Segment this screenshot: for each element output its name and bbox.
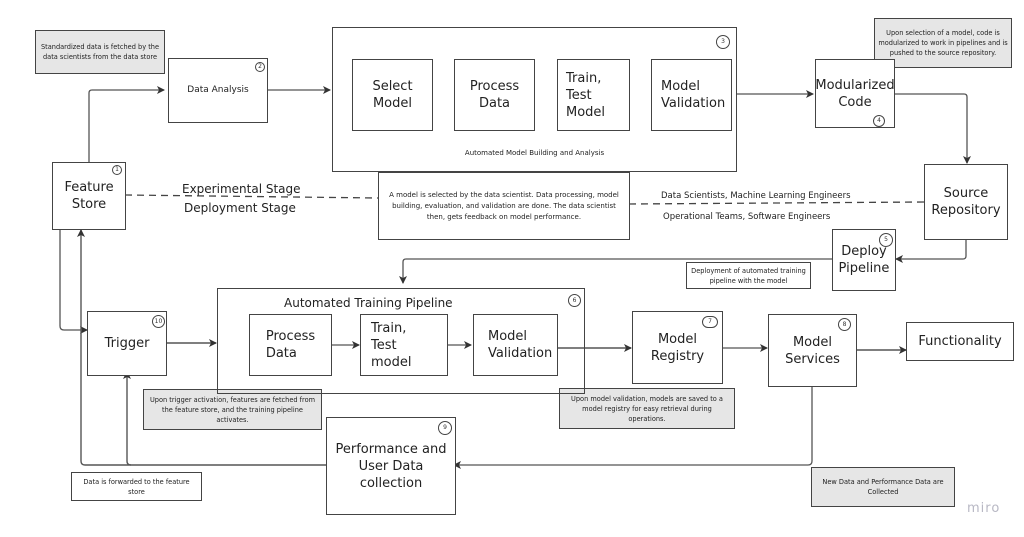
node-process-data-exp-label: Process Data <box>469 79 520 111</box>
note-trigger-activation: Upon trigger activation, features are fe… <box>143 389 322 430</box>
note-standardized-data: Standardized data is fetched by the data… <box>35 30 165 74</box>
node-select-model[interactable]: Select Model <box>352 59 433 131</box>
node-functionality[interactable]: Functionality <box>906 322 1014 361</box>
node-train-test-dep-label: Train, Test model <box>371 320 412 370</box>
node-model-validation-dep-label: Model Validation <box>488 329 553 361</box>
miro-watermark: miro <box>967 501 1001 516</box>
note-new-data: New Data and Performance Data are Collec… <box>811 467 955 507</box>
node-source-repository[interactable]: Source Repository <box>924 164 1008 240</box>
node-source-repository-label: Source Repository <box>931 186 1001 218</box>
badge-7: 7 <box>702 316 718 328</box>
label-experimental-stage: Experimental Stage <box>182 182 301 196</box>
badge-2: 2 <box>255 62 265 72</box>
label-experimental-roles: Data Scientists, Machine Learning Engine… <box>661 191 851 201</box>
edge-modularized-to-source <box>894 93 971 164</box>
badge-3: 3 <box>716 35 730 49</box>
badge-10: 10 <box>152 315 165 328</box>
node-trigger-label: Trigger <box>104 336 150 351</box>
note-model-selected: A model is selected by the data scientis… <box>378 172 630 240</box>
badge-1: 1 <box>112 165 122 175</box>
badge-4: 4 <box>873 115 885 127</box>
edge-feature-store-to-data-analysis <box>88 86 165 162</box>
badge-5: 5 <box>879 233 893 247</box>
group-automated-model-building-label: Automated Model Building and Analysis <box>464 149 605 157</box>
note-deployment: Deployment of automated training pipelin… <box>686 262 811 289</box>
node-process-data-dep[interactable]: Process Data <box>249 314 332 376</box>
edge-feature-store-to-trigger <box>59 229 88 334</box>
node-deploy-pipeline-label: Deploy Pipeline <box>838 244 890 276</box>
node-train-test-exp-label: Train, Test Model <box>566 70 606 120</box>
node-process-data-dep-label: Process Data <box>265 329 316 361</box>
node-performance-collection-label: Performance and User Data collection <box>335 441 447 491</box>
note-forwarded: Data is forwarded to the feature store <box>71 472 202 501</box>
node-model-services-label: Model Services <box>785 334 840 367</box>
note-model-validation: Upon model validation, models are saved … <box>559 388 735 429</box>
label-deployment-roles: Operational Teams, Software Engineers <box>663 212 831 222</box>
node-select-model-label: Select Model <box>372 79 413 111</box>
edge-source-to-deploy <box>895 240 967 263</box>
node-feature-store-label: Feature Store <box>64 180 114 212</box>
label-deployment-stage: Deployment Stage <box>184 201 296 215</box>
node-process-data-exp[interactable]: Process Data <box>454 59 535 131</box>
node-train-test-exp[interactable]: Train, Test Model <box>557 59 630 131</box>
badge-6: 6 <box>568 294 581 307</box>
badge-8: 8 <box>838 318 851 331</box>
node-model-validation-exp-label: Model Validation <box>661 79 726 111</box>
badge-9: 9 <box>438 421 452 435</box>
node-model-validation-exp[interactable]: Model Validation <box>651 59 732 131</box>
node-model-registry-label: Model Registry <box>650 331 705 364</box>
node-train-test-dep[interactable]: Train, Test model <box>360 314 448 376</box>
stage-divider-right <box>628 201 925 205</box>
node-modularized-code-label: Modularized Code <box>815 78 895 110</box>
node-data-analysis-label: Data Analysis <box>187 85 249 95</box>
node-performance-collection[interactable]: Performance and User Data collection <box>326 417 456 515</box>
node-data-analysis[interactable]: Data Analysis <box>168 58 268 123</box>
node-model-validation-dep[interactable]: Model Validation <box>473 314 558 376</box>
group-automated-training-pipeline-label: Automated Training Pipeline <box>284 296 453 310</box>
node-functionality-label: Functionality <box>918 334 1002 349</box>
